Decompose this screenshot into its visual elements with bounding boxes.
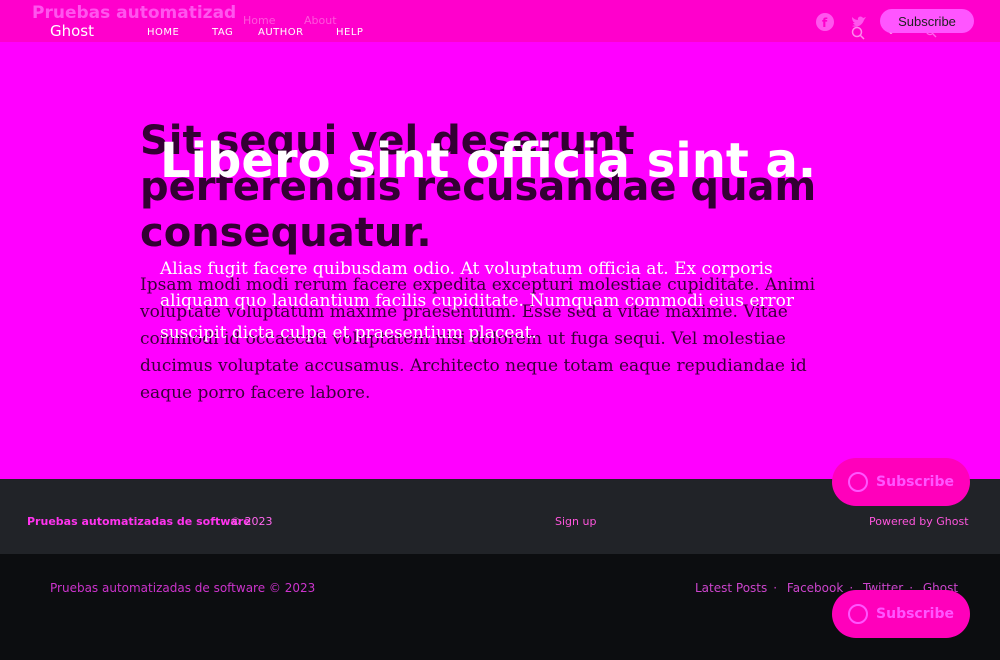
portal-label: Subscribe bbox=[876, 606, 954, 622]
featured-title-overlay[interactable]: Libero sint officia sint a. bbox=[160, 132, 816, 190]
search-icon[interactable] bbox=[851, 26, 865, 43]
nav-home-overlay[interactable]: Home bbox=[243, 14, 275, 27]
portal-subscribe-button-secondary[interactable]: Subscribe bbox=[832, 590, 970, 638]
site-header: Pruebas automatizad Ghost Home About HOM… bbox=[0, 0, 1000, 42]
featured-excerpt-overlay: Alias fugit facere quibusdam odio. At vo… bbox=[160, 259, 794, 343]
svg-text:f: f bbox=[822, 16, 828, 30]
nav-about-overlay[interactable]: About bbox=[304, 14, 337, 27]
nav-tag[interactable]: TAG bbox=[212, 27, 233, 38]
footer-bottom-copyright: Pruebas automatizadas de software © 2023 bbox=[50, 581, 316, 595]
subscribe-button[interactable]: Subscribe bbox=[880, 9, 974, 33]
footer-site-link[interactable]: Pruebas automatizadas de software bbox=[27, 515, 251, 528]
nav-home[interactable]: HOME bbox=[147, 27, 179, 38]
nav-author[interactable]: AUTHOR bbox=[258, 27, 304, 38]
site-title-link[interactable]: Pruebas automatizad bbox=[32, 3, 236, 23]
portal-subscribe-button[interactable]: Subscribe bbox=[832, 458, 970, 506]
nav-help[interactable]: HELP bbox=[336, 27, 363, 38]
portal-label: Subscribe bbox=[876, 474, 954, 490]
portal-icon bbox=[848, 604, 869, 624]
powered-by-ghost-link[interactable]: Powered by Ghost bbox=[869, 515, 969, 528]
footer-signup-link[interactable]: Sign up bbox=[555, 515, 596, 528]
footer-separator: · bbox=[773, 581, 778, 595]
facebook-icon[interactable]: f bbox=[815, 12, 835, 35]
footer-link-facebook[interactable]: Facebook bbox=[787, 581, 843, 595]
footer-link-latest-posts[interactable]: Latest Posts bbox=[695, 581, 767, 595]
portal-icon bbox=[848, 472, 869, 492]
ghost-logo[interactable]: Ghost bbox=[50, 22, 94, 40]
footer-copyright-year: © 2023 bbox=[230, 515, 273, 528]
